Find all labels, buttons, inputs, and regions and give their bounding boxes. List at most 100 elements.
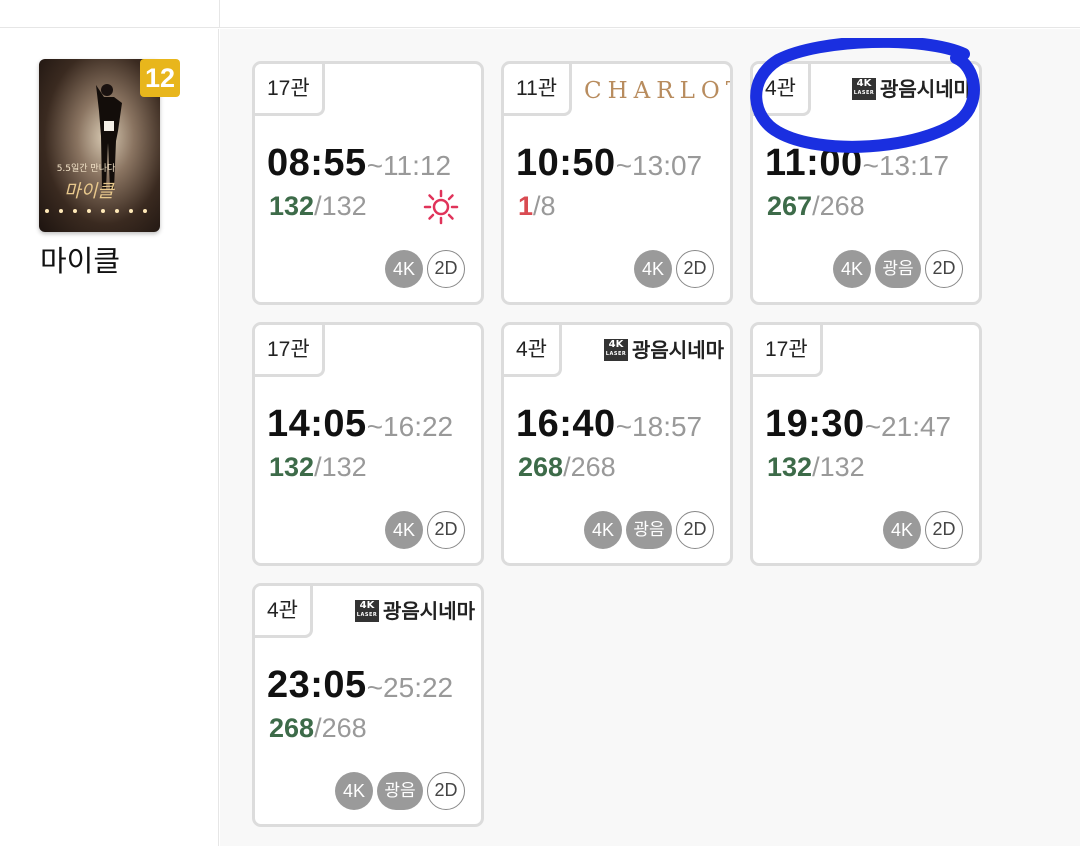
total-seats: /268 (563, 452, 616, 482)
showtime-start: 16:40~18:57 (516, 403, 702, 446)
format-badge-2d: 2D (427, 250, 465, 288)
end-time: ~18:57 (615, 411, 703, 442)
laser-logo-top: 4K (359, 599, 375, 611)
format-badge-2d: 2D (676, 250, 714, 288)
hall-label: 17관 (753, 325, 823, 377)
poster-figure-image (96, 84, 122, 189)
format-badges: 4K 광음 2D (584, 511, 714, 549)
showtime-card[interactable]: 17관 14:05~16:22 132/132 4K 2D (252, 322, 484, 566)
end-time: ~13:17 (862, 150, 950, 181)
brand-name: 광음시네마 (383, 599, 475, 623)
movie-title[interactable]: 마이클 (40, 238, 120, 280)
available-seats: 268 (269, 713, 315, 743)
format-badge-4k: 4K (833, 250, 871, 288)
showtime-card[interactable]: 4관 4K LASER 광음시네마 16:40~18:57 268/268 4K 광… (501, 322, 733, 566)
start-time: 19:30 (765, 403, 865, 445)
start-time: 10:50 (516, 142, 616, 184)
format-badge-4k: 4K (634, 250, 672, 288)
format-badges: 4K 2D (385, 250, 465, 288)
available-seats: 132 (269, 191, 315, 221)
format-badge-2d: 2D (925, 250, 963, 288)
format-badge-4k: 4K (883, 511, 921, 549)
poster-tagline: 5.5일간 만나다 (56, 164, 116, 174)
sun-icon (423, 189, 459, 225)
brand-label: 4K LASER 광음시네마 (852, 72, 972, 106)
brand-label: 4K LASER 광음시네마 (604, 333, 724, 367)
format-badge-gwangeum: 광음 (626, 511, 672, 549)
available-seats: 132 (767, 452, 813, 482)
hall-label: 4관 (504, 325, 562, 377)
hall-label: 17관 (255, 325, 325, 377)
seat-count: 268/268 (518, 452, 616, 483)
laser-logo-bottom: LASER (356, 611, 378, 618)
showtime-start: 23:05~25:22 (267, 664, 453, 707)
hall-label: 4관 (255, 586, 313, 638)
total-seats: /132 (812, 452, 865, 482)
showtime-start: 11:00~13:17 (765, 142, 949, 185)
hall-label: 4관 (753, 64, 811, 116)
showtime-card[interactable]: 11관 CHARLOTTE 10:50~13:07 1/8 4K 2D (501, 61, 733, 305)
start-time: 23:05 (267, 664, 367, 706)
start-time: 08:55 (267, 142, 367, 184)
start-time: 16:40 (516, 403, 616, 445)
format-badge-2d: 2D (676, 511, 714, 549)
total-seats: /8 (533, 191, 556, 221)
end-time: ~13:07 (615, 150, 703, 181)
seat-count: 268/268 (269, 713, 367, 744)
format-badge-2d: 2D (427, 511, 465, 549)
showtime-card[interactable]: 17관 19:30~21:47 132/132 4K 2D (750, 322, 982, 566)
format-badge-2d: 2D (427, 772, 465, 810)
format-badge-gwangeum: 광음 (377, 772, 423, 810)
laser-logo-bottom: LASER (853, 89, 875, 96)
laser-logo-icon: 4K LASER (852, 77, 876, 100)
total-seats: /132 (314, 191, 367, 221)
seat-count: 132/132 (269, 191, 367, 222)
laser-logo-icon: 4K LASER (604, 338, 628, 361)
divider (219, 0, 220, 28)
total-seats: /132 (314, 452, 367, 482)
format-badges: 4K 광음 2D (833, 250, 963, 288)
poster-stage-lights (45, 209, 147, 213)
start-time: 11:00 (765, 142, 863, 184)
showtime-start: 10:50~13:07 (516, 142, 702, 185)
format-badges: 4K 2D (883, 511, 963, 549)
laser-logo-icon: 4K LASER (355, 599, 379, 622)
format-badges: 4K 광음 2D (335, 772, 465, 810)
available-seats: 268 (518, 452, 564, 482)
showtime-card[interactable]: 4관 4K LASER 광음시네마 23:05~25:22 268/268 4K 광… (252, 583, 484, 827)
format-badge-4k: 4K (385, 250, 423, 288)
available-seats: 267 (767, 191, 813, 221)
showtime-start: 19:30~21:47 (765, 403, 951, 446)
hall-label: 17관 (255, 64, 325, 116)
end-time: ~21:47 (864, 411, 952, 442)
showtime-card[interactable]: 17관 08:55~11:12 132/132 4K 2D (252, 61, 484, 305)
hall-label: 11관 (504, 64, 573, 116)
brand-name: 광음시네마 (632, 338, 724, 362)
total-seats: /268 (314, 713, 367, 743)
start-time: 14:05 (267, 403, 367, 445)
age-rating-badge: 12 (140, 59, 180, 97)
laser-logo-top: 4K (608, 338, 624, 350)
available-seats: 1 (518, 191, 534, 221)
format-badge-4k: 4K (584, 511, 622, 549)
format-badge-gwangeum: 광음 (875, 250, 921, 288)
laser-logo-top: 4K (856, 77, 872, 89)
available-seats: 132 (269, 452, 315, 482)
format-badge-4k: 4K (385, 511, 423, 549)
seat-count: 267/268 (767, 191, 865, 222)
showtime-start: 08:55~11:12 (267, 142, 451, 185)
seat-count: 1/8 (518, 191, 556, 222)
format-badges: 4K 2D (385, 511, 465, 549)
poster-title: 마이클 (64, 181, 114, 202)
end-time: ~16:22 (366, 411, 454, 442)
end-time: ~25:22 (366, 672, 454, 703)
format-badge-4k: 4K (335, 772, 373, 810)
seat-count: 132/132 (269, 452, 367, 483)
format-badge-2d: 2D (925, 511, 963, 549)
seat-count: 132/132 (767, 452, 865, 483)
brand-label: 4K LASER 광음시네마 (355, 594, 475, 628)
top-strip (0, 0, 1080, 28)
end-time: ~11:12 (366, 150, 452, 181)
showtime-card[interactable]: 4관 4K LASER 광음시네마 11:00~13:17 267/268 4K 광… (750, 61, 982, 305)
format-badges: 4K 2D (634, 250, 714, 288)
